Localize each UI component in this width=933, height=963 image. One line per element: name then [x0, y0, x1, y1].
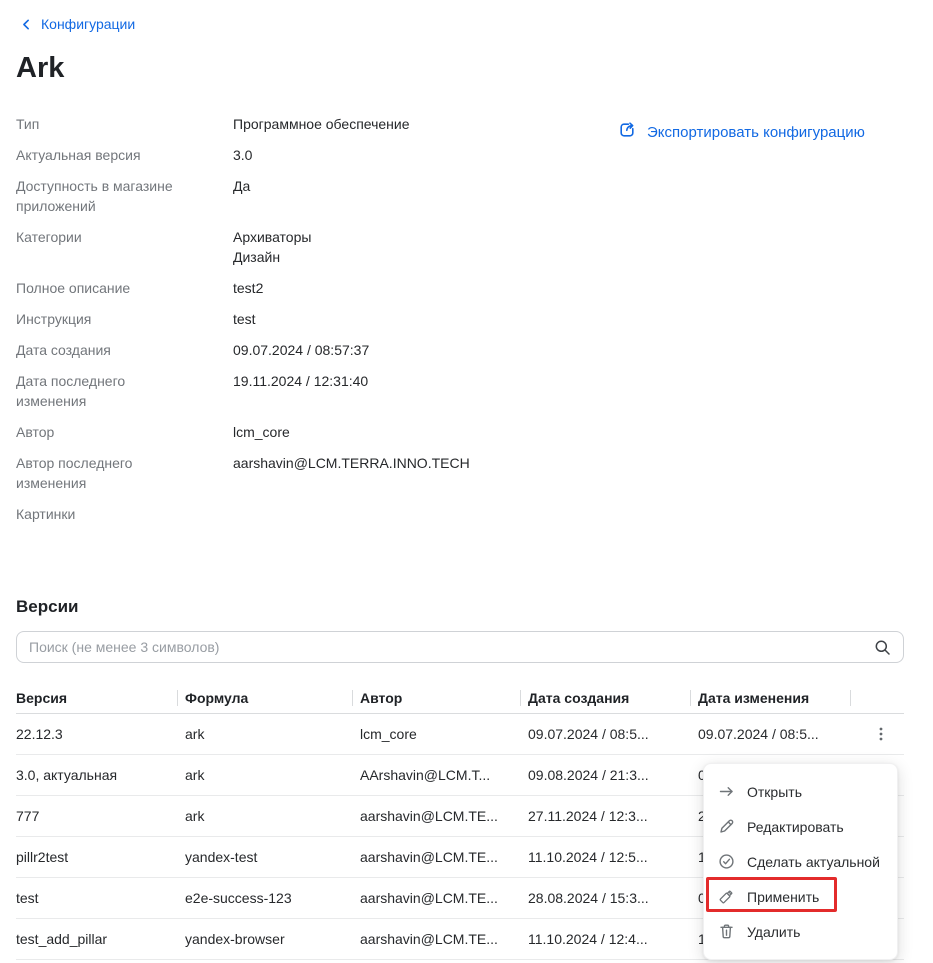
chevron-left-icon [20, 18, 33, 31]
cell-author: aarshavin@LCM.TE... [360, 796, 528, 836]
pencil-icon [718, 818, 735, 835]
cell-formula: ark [185, 796, 360, 836]
menu-item-1[interactable]: Редактировать [704, 809, 897, 844]
row-actions-cell [858, 714, 904, 754]
detail-value: test [233, 309, 596, 329]
menu-item-3[interactable]: Применить [704, 879, 897, 914]
details-grid: Тип Программное обеспечение Актуальная вер… [16, 114, 596, 524]
detail-label: Тип [16, 114, 196, 134]
search-input[interactable] [16, 631, 904, 663]
cell-created: 27.11.2024 / 12:3... [528, 796, 698, 836]
cell-formula: e2e-success-123 [185, 878, 360, 918]
cell-author: lcm_core [360, 714, 528, 754]
cell-version: 22.12.3 [16, 714, 185, 754]
menu-item-4[interactable]: Удалить [704, 914, 897, 949]
detail-value: 09.07.2024 / 08:57:37 [233, 340, 596, 360]
detail-value: 3.0 [233, 145, 596, 165]
export-link-label: Экспортировать конфигурацию [647, 124, 865, 141]
menu-item-label: Открыть [747, 784, 802, 800]
column-header: Дата изменения [698, 683, 858, 713]
cell-formula: yandex-browser [185, 919, 360, 959]
detail-label: Инструкция [16, 309, 196, 329]
column-header: Автор [360, 683, 528, 713]
cell-author: aarshavin@LCM.TE... [360, 919, 528, 959]
menu-item-2[interactable]: Сделать актуальной [704, 844, 897, 879]
column-header: Версия [16, 683, 185, 713]
detail-label: Категории [16, 227, 196, 267]
table-row[interactable]: 22.12.3arklcm_core09.07.2024 / 08:5...09… [16, 714, 904, 755]
detail-value: lcm_core [233, 422, 596, 442]
cell-version: test [16, 878, 185, 918]
cell-created: 11.10.2024 / 12:4... [528, 919, 698, 959]
page-title: Ark [16, 52, 64, 85]
detail-value: 19.11.2024 / 12:31:40 [233, 371, 596, 411]
detail-label: Дата последнего изменения [16, 371, 196, 411]
versions-table-header: ВерсияФормулаАвторДата созданияДата изме… [16, 683, 904, 714]
cell-version: 777 [16, 796, 185, 836]
cell-created: 09.07.2024 / 08:5... [528, 714, 698, 754]
cell-created: 09.08.2024 / 21:3... [528, 755, 698, 795]
detail-label: Доступность в магазине приложений [16, 176, 196, 216]
search-icon[interactable] [874, 639, 891, 659]
menu-item-label: Применить [747, 889, 819, 905]
detail-label: Дата создания [16, 340, 196, 360]
column-header [858, 683, 904, 713]
detail-label: Полное описание [16, 278, 196, 298]
detail-value: Архиваторы Дизайн [233, 227, 596, 267]
cell-formula: ark [185, 714, 360, 754]
cell-author: aarshavin@LCM.TE... [360, 837, 528, 877]
cell-version: 3.0, актуальная [16, 755, 185, 795]
circle-check-icon [718, 853, 735, 870]
back-link-label: Конфигурации [41, 16, 135, 32]
detail-value: test2 [233, 278, 596, 298]
cell-modified: 09.07.2024 / 08:5... [698, 714, 858, 754]
detail-label: Автор [16, 422, 196, 442]
arrow-right-icon [718, 783, 735, 800]
kebab-menu-icon[interactable] [869, 722, 893, 746]
menu-item-label: Редактировать [747, 819, 844, 835]
versions-heading: Версии [16, 597, 78, 617]
cell-formula: yandex-test [185, 837, 360, 877]
versions-search [16, 631, 904, 663]
export-icon [617, 120, 637, 144]
configuration-detail-page: Конфигурации Ark Тип Программное обеспече… [0, 0, 933, 963]
trash-icon [718, 923, 735, 940]
usb-drive-icon [718, 888, 735, 905]
column-header: Формула [185, 683, 360, 713]
detail-label: Актуальная версия [16, 145, 196, 165]
export-configuration-button[interactable]: Экспортировать конфигурацию [617, 120, 865, 144]
menu-item-0[interactable]: Открыть [704, 774, 897, 809]
column-header: Дата создания [528, 683, 698, 713]
cell-formula: ark [185, 755, 360, 795]
row-context-menu: Открыть Редактировать Сделать актуальной Пр… [703, 763, 898, 960]
cell-version: pillr2test [16, 837, 185, 877]
cell-created: 28.08.2024 / 15:3... [528, 878, 698, 918]
menu-item-label: Сделать актуальной [747, 854, 880, 870]
detail-label: Картинки [16, 504, 196, 524]
cell-version: test_add_pillar [16, 919, 185, 959]
cell-author: AArshavin@LCM.T... [360, 755, 528, 795]
detail-label: Автор последнего изменения [16, 453, 196, 493]
detail-value: aarshavin@LCM.TERRA.INNO.TECH [233, 453, 596, 493]
detail-value: Да [233, 176, 596, 216]
back-to-configurations-link[interactable]: Конфигурации [20, 16, 135, 32]
cell-author: aarshavin@LCM.TE... [360, 878, 528, 918]
detail-value [233, 504, 596, 524]
menu-item-label: Удалить [747, 924, 800, 940]
detail-value: Программное обеспечение [233, 114, 596, 134]
cell-created: 11.10.2024 / 12:5... [528, 837, 698, 877]
